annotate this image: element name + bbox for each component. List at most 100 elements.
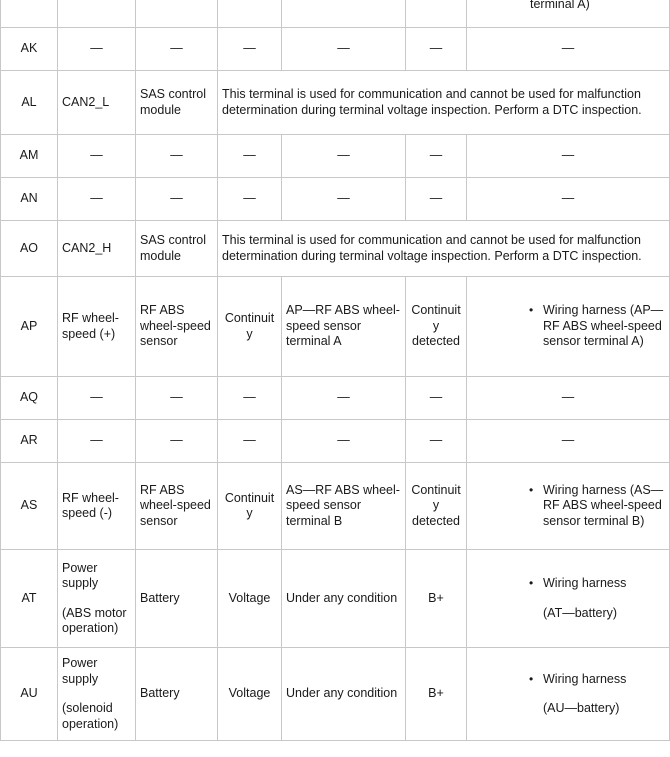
cell-test-condition-at: Under any condition [281, 549, 406, 648]
cell-terminal-at: AT [0, 549, 58, 648]
cell-test-condition [281, 0, 406, 28]
cell-signal-at: Power supply (ABS motor operation) [57, 549, 136, 648]
signal-primary: Power supply [62, 656, 99, 686]
cell-specification-aq: — [405, 376, 467, 420]
cell-specification-au: B+ [405, 647, 467, 741]
cell-specification-an: — [405, 177, 467, 221]
cell-signal-ar: — [57, 419, 136, 463]
table-row-an: AN — — — — — — [0, 177, 670, 221]
table-row-ap: AP RF wheel-speed (+) RF ABS wheel-speed… [0, 276, 670, 377]
cell-connected-as: RF ABS wheel-speed sensor [135, 462, 218, 550]
cell-inspection: terminal A) [466, 0, 670, 28]
cell-terminal [0, 0, 58, 28]
cell-signal-ao: CAN2_H [57, 220, 136, 277]
table-row-au: AU Power supply (solenoid operation) Bat… [0, 647, 670, 741]
cell-connected-ak: — [135, 27, 218, 71]
table-row-at: AT Power supply (ABS motor operation) Ba… [0, 549, 670, 648]
cell-communication-note-ao: This terminal is used for communication … [217, 220, 670, 277]
terminal-inspection-table: terminal A) AK — — — — — — AL CAN2_L SAS… [0, 0, 670, 741]
cell-test-item-am: — [217, 134, 282, 178]
list-item: Wiring harness [529, 576, 665, 592]
cell-terminal-al: AL [0, 70, 58, 135]
cell-specification-am: — [405, 134, 467, 178]
cell-terminal-ar: AR [0, 419, 58, 463]
cell-test-condition-am: — [281, 134, 406, 178]
cell-signal-al: CAN2_L [57, 70, 136, 135]
cell-test-item [217, 0, 282, 28]
cell-terminal-ao: AO [0, 220, 58, 277]
cell-connected-au: Battery [135, 647, 218, 741]
cell-inspection-aq: — [466, 376, 670, 420]
cell-terminal-aq: AQ [0, 376, 58, 420]
table-row-ak: AK — — — — — — [0, 27, 670, 71]
cell-signal-ap: RF wheel-speed (+) [57, 276, 136, 377]
cell-signal [57, 0, 136, 28]
cell-test-item-ar: — [217, 419, 282, 463]
cell-signal-as: RF wheel-speed (-) [57, 462, 136, 550]
cell-inspection-ap: Wiring harness (AP—RF ABS wheel-speed se… [466, 276, 670, 377]
cell-specification [405, 0, 467, 28]
list-item: Wiring harness [529, 672, 665, 688]
list-item: Wiring harness (AS—RF ABS wheel-speed se… [529, 483, 665, 530]
signal-qualifier: (solenoid operation) [62, 701, 119, 731]
cell-test-item-as: Continuity [217, 462, 282, 550]
table-row-clipped: terminal A) [0, 0, 670, 28]
table-row-ao: AO CAN2_H SAS control module This termin… [0, 220, 670, 277]
cell-test-condition-an: — [281, 177, 406, 221]
cell-connected-at: Battery [135, 549, 218, 648]
cell-specification-at: B+ [405, 549, 467, 648]
cell-test-item-au: Voltage [217, 647, 282, 741]
signal-qualifier: (ABS motor operation) [62, 605, 127, 636]
cell-connected-aq: — [135, 376, 218, 420]
cell-inspection-as: Wiring harness (AS—RF ABS wheel-speed se… [466, 462, 670, 550]
table-row-aq: AQ — — — — — — [0, 376, 670, 420]
inspection-bullet-list: Wiring harness [471, 672, 665, 688]
cell-specification-as: Continuity detected [405, 462, 467, 550]
table-row-ar: AR — — — — — — [0, 419, 670, 463]
cell-inspection-au: Wiring harness (AU—battery) [466, 647, 670, 741]
table-row-al: AL CAN2_L SAS control module This termin… [0, 70, 670, 135]
cell-connected [135, 0, 218, 28]
clipped-continuation-text: terminal A) [530, 0, 590, 11]
cell-signal-an: — [57, 177, 136, 221]
cell-communication-note-al: This terminal is used for communication … [217, 70, 670, 135]
cell-test-item-aq: — [217, 376, 282, 420]
cell-specification-ak: — [405, 27, 467, 71]
cell-connected-ap: RF ABS wheel-speed sensor [135, 276, 218, 377]
cell-specification-ar: — [405, 419, 467, 463]
cell-connected-ao: SAS control module [135, 220, 218, 277]
cell-test-condition-aq: — [281, 376, 406, 420]
table-body: terminal A) AK — — — — — — AL CAN2_L SAS… [0, 0, 670, 741]
cell-test-item-ak: — [217, 27, 282, 71]
cell-signal-am: — [57, 134, 136, 178]
cell-connected-ar: — [135, 419, 218, 463]
cell-connected-al: SAS control module [135, 70, 218, 135]
cell-terminal-ak: AK [0, 27, 58, 71]
cell-test-item-at: Voltage [217, 549, 282, 648]
cell-terminal-au: AU [0, 647, 58, 741]
cell-test-item-an: — [217, 177, 282, 221]
cell-terminal-as: AS [0, 462, 58, 550]
cell-terminal-am: AM [0, 134, 58, 178]
cell-connected-an: — [135, 177, 218, 221]
cell-specification-ap: Continuity detected [405, 276, 467, 377]
cell-terminal-an: AN [0, 177, 58, 221]
cell-inspection-am: — [466, 134, 670, 178]
table-row-as: AS RF wheel-speed (-) RF ABS wheel-speed… [0, 462, 670, 550]
cell-inspection-ak: — [466, 27, 670, 71]
inspection-sub-note: (AU—battery) [543, 701, 620, 715]
cell-inspection-at: Wiring harness (AT—battery) [466, 549, 670, 648]
cell-inspection-ar: — [466, 419, 670, 463]
table-row-am: AM — — — — — — [0, 134, 670, 178]
cell-connected-am: — [135, 134, 218, 178]
cell-test-item-ap: Continuity [217, 276, 282, 377]
cell-signal-aq: — [57, 376, 136, 420]
cell-test-condition-au: Under any condition [281, 647, 406, 741]
cell-inspection-an: — [466, 177, 670, 221]
page-canvas: terminal A) AK — — — — — — AL CAN2_L SAS… [0, 0, 670, 757]
inspection-bullet-list: Wiring harness [471, 576, 665, 592]
cell-signal-ak: — [57, 27, 136, 71]
cell-test-condition-ar: — [281, 419, 406, 463]
inspection-bullet-list: Wiring harness (AS—RF ABS wheel-speed se… [471, 483, 665, 530]
cell-terminal-ap: AP [0, 276, 58, 377]
